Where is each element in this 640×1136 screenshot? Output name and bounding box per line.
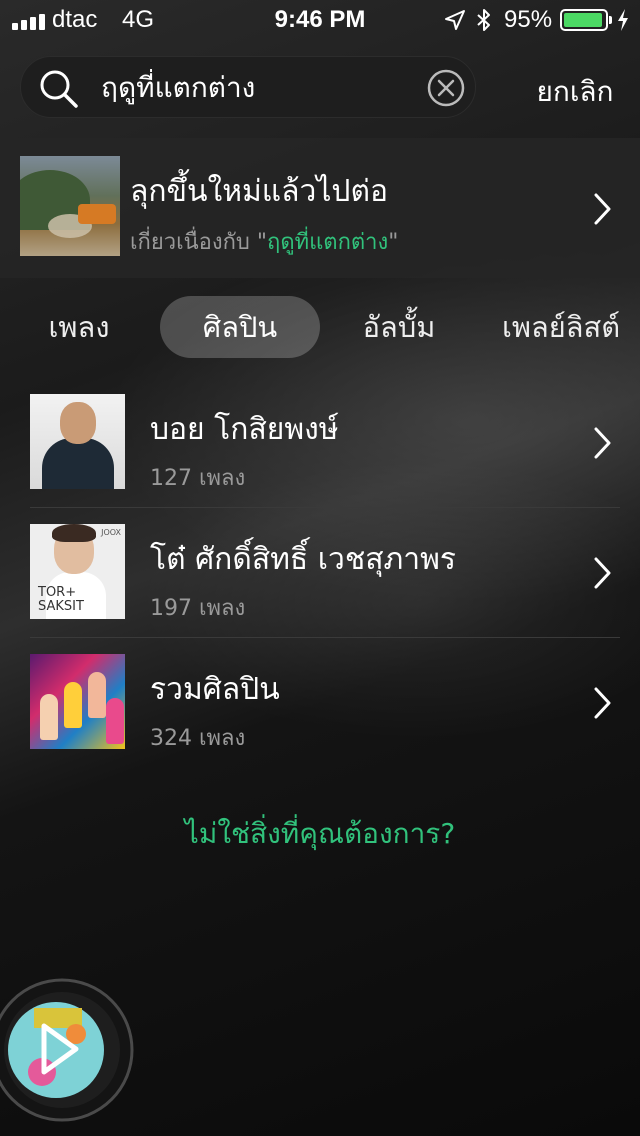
search-input[interactable]	[101, 69, 421, 107]
artist-photo	[30, 394, 125, 489]
result-tabs: เพลง ศิลปิน อัลบั้ม เพลย์ลิสต์	[0, 296, 640, 358]
artist-photo: TOR+ SAKSIT JOOX	[30, 524, 125, 619]
suggestion-row[interactable]: ลุกขึ้นใหม่แล้วไปต่อ เกี่ยวเนื่องกับ "ฤด…	[0, 138, 640, 278]
artist-song-count: 197 เพลง	[150, 596, 246, 621]
artist-name: บอย โกสิยพงษ์	[150, 412, 339, 447]
list-item[interactable]: TOR+ SAKSIT JOOX โต๋ ศักดิ์สิทธิ์ เวชสุภ…	[0, 508, 640, 638]
status-bar: dtac 4G 9:46 PM 95%	[0, 0, 640, 40]
chevron-right-icon	[594, 557, 611, 589]
artist-name: โต๋ ศักดิ์สิทธิ์ เวชสุภาพร	[150, 542, 457, 577]
bluetooth-icon	[477, 9, 490, 31]
album-cover-text: TOR+ SAKSIT	[38, 585, 84, 614]
tab-albums[interactable]: อัลบั้ม	[340, 296, 458, 358]
artist-song-count: 127 เพลง	[150, 466, 246, 491]
list-item[interactable]: บอย โกสิยพงษ์ 127 เพลง	[0, 378, 640, 508]
clear-icon[interactable]	[427, 69, 465, 107]
cancel-button[interactable]: ยกเลิก	[520, 70, 630, 114]
search-bar[interactable]	[20, 56, 476, 118]
album-brand: JOOX	[101, 528, 121, 537]
charging-bolt-icon	[618, 9, 628, 31]
tab-artists[interactable]: ศิลปิน	[160, 296, 320, 358]
chevron-right-icon	[594, 427, 611, 459]
suggestion-thumbnail	[20, 156, 120, 256]
chevron-right-icon	[594, 193, 611, 225]
artist-photo	[30, 654, 125, 749]
battery-nub	[609, 16, 612, 24]
not-found-link[interactable]: ไม่ใช่สิ่งที่คุณต้องการ?	[0, 812, 640, 856]
mini-player-disc[interactable]	[0, 968, 136, 1136]
suggestion-related-suffix: "	[388, 230, 399, 255]
artist-song-count: 324 เพลง	[150, 726, 246, 751]
battery-percent: 95%	[504, 6, 553, 33]
location-arrow-icon	[445, 10, 465, 30]
suggestion-related: เกี่ยวเนื่องกับ "ฤดูที่แตกต่าง"	[130, 224, 398, 259]
suggestion-title: ลุกขึ้นใหม่แล้วไปต่อ	[130, 174, 388, 209]
tab-playlists[interactable]: เพลย์ลิสต์	[488, 296, 634, 358]
chevron-right-icon	[594, 687, 611, 719]
suggestion-related-prefix: เกี่ยวเนื่องกับ "	[130, 230, 267, 255]
battery-fill	[564, 13, 602, 27]
suggestion-keyword: ฤดูที่แตกต่าง	[267, 230, 389, 255]
list-item[interactable]: รวมศิลปิน 324 เพลง	[0, 638, 640, 768]
artist-name: รวมศิลปิน	[150, 672, 280, 707]
search-icon	[40, 70, 78, 108]
battery-icon	[560, 9, 608, 31]
tab-songs[interactable]: เพลง	[20, 296, 138, 358]
